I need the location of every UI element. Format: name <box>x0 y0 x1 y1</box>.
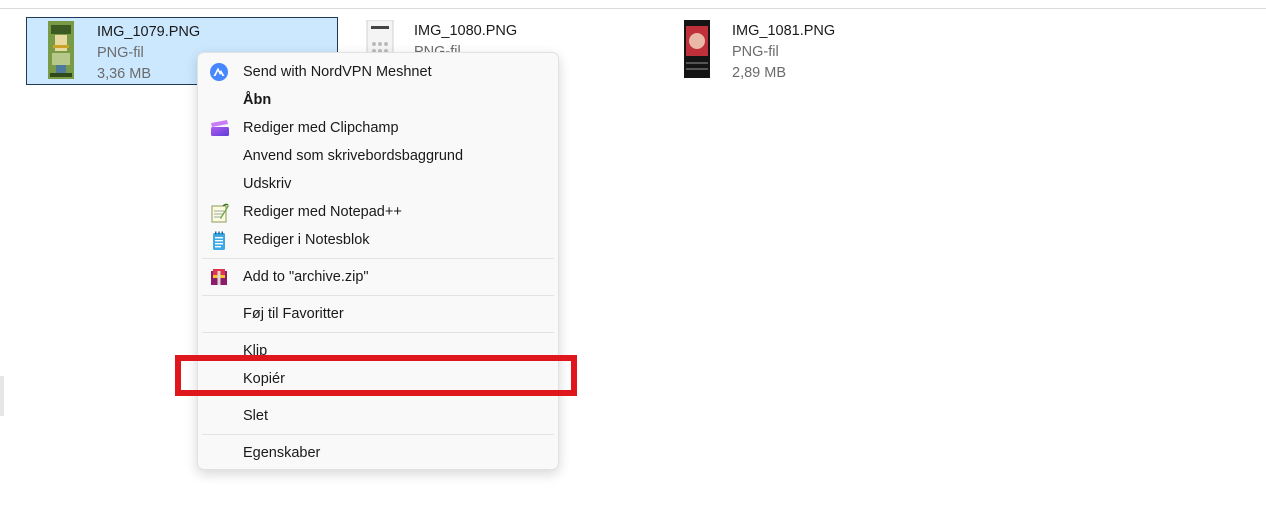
menu-item-delete[interactable]: Slet <box>202 402 554 430</box>
menu-item-add-to-favorites[interactable]: Føj til Favoritter <box>202 300 554 328</box>
menu-item-label: Rediger med Notepad++ <box>243 204 402 220</box>
file-size: 2,89 MB <box>732 65 786 81</box>
menu-separator <box>202 258 554 259</box>
clipchamp-icon <box>210 119 229 137</box>
menu-item-label: Add to "archive.zip" <box>243 269 369 285</box>
menu-item-label: Send with NordVPN Meshnet <box>243 64 432 80</box>
menu-item-label: Kopiér <box>243 371 285 387</box>
menu-separator <box>202 295 554 296</box>
menu-item-set-desktop-background[interactable]: Anvend som skrivebordsbaggrund <box>202 142 554 170</box>
menu-item-label: Egenskaber <box>243 445 321 461</box>
menu-item-label: Udskriv <box>243 176 292 192</box>
menu-item-label: Klip <box>243 343 268 359</box>
menu-item-open[interactable]: Åbn <box>202 86 554 114</box>
file-name: IMG_1081.PNG <box>732 23 836 39</box>
file-size: 3,36 MB <box>97 66 151 82</box>
menu-item-label: Føj til Favoritter <box>243 306 344 322</box>
notepad-icon <box>210 231 228 250</box>
menu-separator <box>202 434 554 435</box>
pane-resize-handle[interactable] <box>0 376 4 416</box>
context-menu: Send with NordVPN Meshnet Åbn Rediger me… <box>197 52 559 470</box>
menu-item-print[interactable]: Udskriv <box>202 170 554 198</box>
winrar-icon <box>210 268 228 286</box>
menu-item-label: Rediger i Notesblok <box>243 232 370 248</box>
menu-item-edit-notepadpp[interactable]: Rediger med Notepad++ <box>202 198 554 226</box>
menu-item-copy[interactable]: Kopiér <box>202 365 554 393</box>
nordvpn-icon <box>210 63 228 81</box>
menu-item-label: Anvend som skrivebordsbaggrund <box>243 148 464 164</box>
menu-separator <box>202 332 554 333</box>
file-type: PNG-fil <box>97 45 144 61</box>
menu-item-edit-clipchamp[interactable]: Rediger med Clipchamp <box>202 114 554 142</box>
file-type: PNG-fil <box>732 44 779 60</box>
file-list: IMG_1079.PNG PNG-fil 3,36 MB IMG_1080.PN… <box>0 0 1266 90</box>
menu-item-cut[interactable]: Klip <box>202 337 554 365</box>
menu-item-add-to-archive[interactable]: Add to "archive.zip" <box>202 263 554 291</box>
image-thumbnail-icon <box>683 20 711 78</box>
file-item-img-1081[interactable]: IMG_1081.PNG PNG-fil 2,89 MB <box>662 17 974 85</box>
menu-item-edit-notepad[interactable]: Rediger i Notesblok <box>202 226 554 254</box>
menu-item-label: Rediger med Clipchamp <box>243 120 399 136</box>
file-name: IMG_1079.PNG <box>97 24 201 40</box>
menu-item-properties[interactable]: Egenskaber <box>202 439 554 467</box>
menu-item-send-nordvpn[interactable]: Send with NordVPN Meshnet <box>202 58 554 86</box>
image-thumbnail-icon <box>47 21 75 79</box>
menu-item-label: Slet <box>243 408 268 424</box>
file-name: IMG_1080.PNG <box>414 23 518 39</box>
menu-item-label: Åbn <box>243 92 272 108</box>
notepadpp-icon <box>210 203 229 223</box>
